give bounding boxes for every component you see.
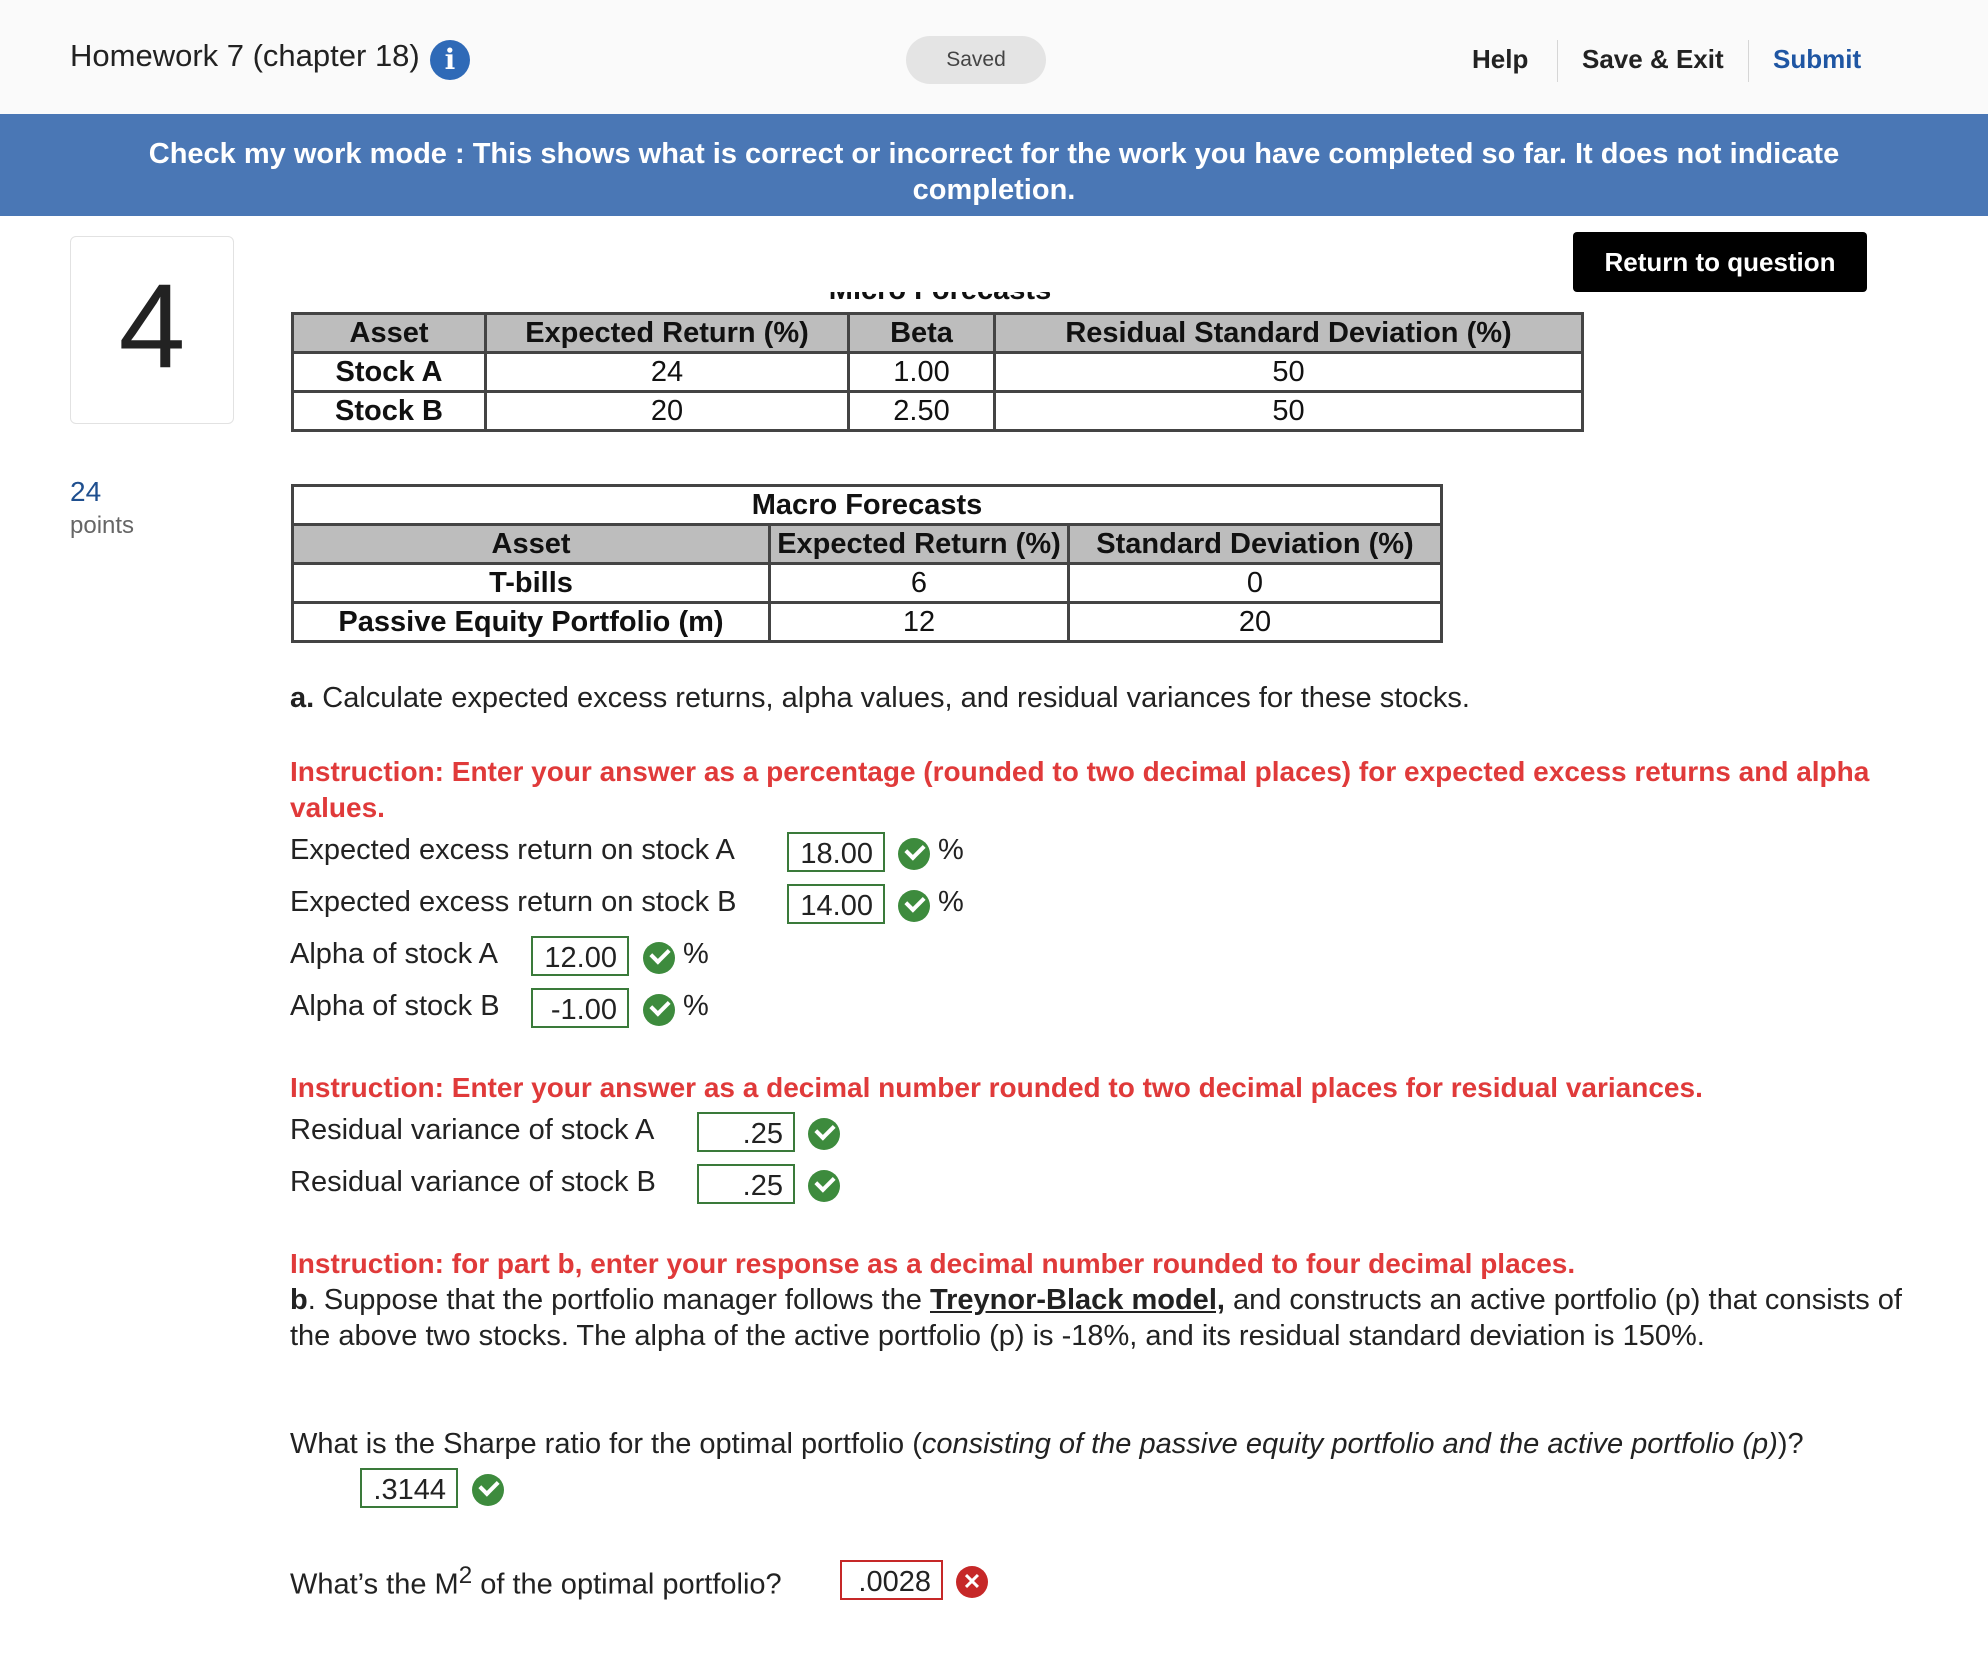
table-cell: 6 (768, 562, 1070, 604)
m2-question: What’s the M2 of the optimal portfolio? (290, 1562, 782, 1601)
instruction-text: Instruction: Enter your answer as a perc… (290, 756, 1870, 823)
answer-field-residual-variance-a[interactable]: .25 (697, 1112, 795, 1152)
points-value: 24 (70, 476, 102, 507)
top-bar: Homework 7 (chapter 18) i Saved Help Sav… (0, 0, 1988, 114)
answer-field-excess-return-a[interactable]: 18.00 (787, 832, 885, 872)
column-header: Residual Standard Deviation (%) (993, 312, 1584, 354)
treynor-black-link[interactable]: Treynor-Black model, (930, 1284, 1225, 1316)
column-header: Expected Return (%) (484, 312, 850, 354)
unit-label: % (683, 938, 709, 970)
table-row: Stock A 24 1.00 50 (291, 351, 1584, 393)
question-number-box: 4 (70, 236, 234, 424)
check-my-work-banner: Check my work mode : This shows what is … (0, 114, 1988, 216)
answer-field-alpha-a[interactable]: 12.00 (531, 936, 629, 976)
correct-check-icon (898, 890, 930, 922)
micro-forecasts-table: Asset Expected Return (%) Beta Residual … (291, 312, 1584, 432)
table-row: T-bills 6 0 (291, 562, 1443, 604)
part-b-label: b (290, 1284, 308, 1316)
column-header: Asset (291, 523, 771, 565)
nav-divider (1557, 40, 1558, 82)
correct-check-icon (643, 994, 675, 1026)
table-header-row: Asset Expected Return (%) Beta Residual … (291, 312, 1584, 354)
field-label: Alpha of stock B (290, 990, 500, 1022)
table-cell: 12 (768, 601, 1070, 643)
correct-check-icon (808, 1118, 840, 1150)
unit-label: % (938, 834, 964, 866)
table-row: Passive Equity Portfolio (m) 12 20 (291, 601, 1443, 643)
part-a-prompt: a. Calculate expected excess returns, al… (290, 682, 1470, 715)
table-cell: Passive Equity Portfolio (m) (291, 601, 771, 643)
saved-status: Saved (906, 36, 1046, 84)
table-cell: Stock A (291, 351, 487, 393)
macro-forecasts-table: Macro Forecasts Asset Expected Return (%… (291, 484, 1443, 643)
table-cell: 20 (1067, 601, 1443, 643)
field-label: Expected excess return on stock A (290, 834, 735, 866)
table-cell: 2.50 (847, 390, 996, 432)
macro-table-caption: Macro Forecasts (291, 484, 1443, 526)
part-a-text: Calculate expected excess returns, alpha… (322, 682, 1470, 714)
part-b-prompt: b. Suppose that the portfolio manager fo… (290, 1284, 1902, 1352)
nav-divider (1748, 40, 1749, 82)
table-cell: 0 (1067, 562, 1443, 604)
field-label: Residual variance of stock A (290, 1114, 655, 1146)
banner-text: Check my work mode : This shows what is … (148, 138, 1840, 206)
field-label: Expected excess return on stock B (290, 886, 737, 918)
column-header: Expected Return (%) (768, 523, 1070, 565)
table-cell: Stock B (291, 390, 487, 432)
incorrect-x-icon: ✕ (956, 1566, 988, 1598)
submit-link[interactable]: Submit (1773, 44, 1861, 75)
correct-check-icon (643, 942, 675, 974)
table-cell: 24 (484, 351, 850, 393)
answer-field-excess-return-b[interactable]: 14.00 (787, 884, 885, 924)
table-header-row: Asset Expected Return (%) Standard Devia… (291, 523, 1443, 565)
instruction-text: Instruction: for part b, enter your resp… (290, 1248, 1576, 1279)
field-label: Residual variance of stock B (290, 1166, 656, 1198)
correct-check-icon (898, 838, 930, 870)
column-header: Beta (847, 312, 996, 354)
correct-check-icon (472, 1474, 504, 1506)
correct-check-icon (808, 1170, 840, 1202)
table-cell: 50 (993, 351, 1584, 393)
question-number: 4 (118, 259, 186, 393)
part-a-label: a. (290, 682, 315, 714)
sharpe-question: What is the Sharpe ratio for the optimal… (290, 1428, 1804, 1460)
column-header: Asset (291, 312, 487, 354)
instruction-text: Instruction: Enter your answer as a deci… (290, 1072, 1703, 1103)
answer-field-alpha-b[interactable]: -1.00 (531, 988, 629, 1028)
table-row: Stock B 20 2.50 50 (291, 390, 1584, 432)
field-label: Alpha of stock A (290, 938, 498, 970)
points-label: points (70, 512, 135, 539)
table-cell: 1.00 (847, 351, 996, 393)
help-link[interactable]: Help (1472, 44, 1528, 75)
answer-field-residual-variance-b[interactable]: .25 (697, 1164, 795, 1204)
table-caption-row: Macro Forecasts (291, 484, 1443, 526)
unit-label: % (938, 886, 964, 918)
table-cell: T-bills (291, 562, 771, 604)
save-exit-link[interactable]: Save & Exit (1582, 44, 1724, 75)
micro-table-caption: Micro Forecasts (820, 292, 1060, 314)
return-to-question-button[interactable]: Return to question (1573, 232, 1867, 292)
info-icon[interactable]: i (430, 40, 470, 80)
table-cell: 20 (484, 390, 850, 432)
unit-label: % (683, 990, 709, 1022)
table-cell: 50 (993, 390, 1584, 432)
assignment-title: Homework 7 (chapter 18) (70, 38, 420, 73)
answer-field-sharpe-ratio[interactable]: .3144 (360, 1468, 458, 1508)
column-header: Standard Deviation (%) (1067, 523, 1443, 565)
answer-field-m2[interactable]: .0028 (840, 1560, 943, 1600)
